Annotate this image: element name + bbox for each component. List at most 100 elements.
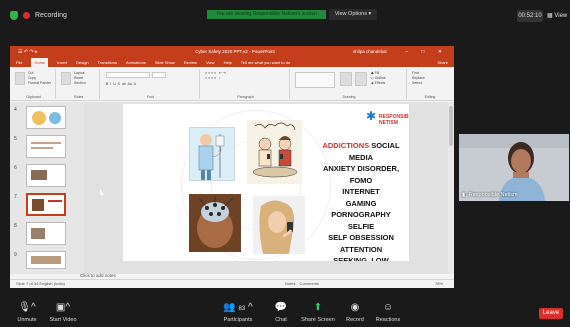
ribbon-tab[interactable]: Home [31,58,49,67]
view-button[interactable]: ▦ View [547,10,567,22]
ppt-ribbon: Cut Copy Format Painter Clipboard Layout… [10,67,454,101]
status-notes-comments[interactable]: Notes Comments [285,280,319,288]
recording-label: Recording [35,12,67,19]
group-label-paragraph: Paragraph [237,95,254,99]
ribbon-group-drawing: ◆ Fill ◇ Outline ◈ Effects Drawing [292,69,407,99]
start-video-label: Start Video [49,317,77,323]
slide-number: 9 [14,252,17,258]
slide-text-line: MEDIA [348,152,374,162]
group-label-slides: Slides [73,95,84,99]
doctor-illustration [189,127,235,181]
slide-text-line: SEEKING, LOW [333,256,389,261]
quick-access-toolbar[interactable]: ☰ ↶ ↷ ▸ [18,46,38,58]
participant-video-frame [459,134,569,201]
responsible-netism-logo: ✱ RESPONSIBLE NETISM [366,110,409,128]
vertical-scrollbar[interactable] [448,102,454,274]
start-video-button[interactable]: ▣^ Start Video [38,302,88,323]
slide-number: 4 [14,107,17,113]
arrange-icon[interactable] [340,72,352,86]
font-name-field[interactable] [106,72,150,78]
clipboard-actions[interactable]: Cut Copy Format Painter [28,71,51,86]
zoom-percentage[interactable]: 78% [435,280,443,288]
slide-thumbnail-selected[interactable] [26,193,66,216]
slide-thumbnail[interactable] [26,251,66,269]
quick-styles-icon[interactable] [355,72,367,86]
paragraph-buttons[interactable]: ≡ ≡ ≡ ≡ ⇤ ⇥ ≡ ≡ ≡ ≡ ↕ [205,71,226,81]
slide-text-line: INTERNET [342,187,380,196]
notes-placeholder[interactable]: Click to add notes [80,273,116,278]
slide-text-line: FOMO [349,175,373,185]
slide-number: 8 [14,223,17,229]
view-label: View [554,13,568,19]
ribbon-group-paragraph: ≡ ≡ ≡ ≡ ⇤ ⇥ ≡ ≡ ≡ ≡ ↕ Paragraph [202,69,290,99]
mouse-cursor-icon [100,189,104,195]
slide-text-line: SELFIE [347,221,375,231]
group-label-drawing: Drawing [342,95,356,99]
view-options-button[interactable]: View Options ▾ [329,9,377,20]
slides-actions[interactable]: Layout Reset Section [74,71,86,86]
share-button[interactable]: Share [437,58,448,67]
recording-icon [23,12,30,19]
shared-powerpoint-window: ☰ ↶ ↷ ▸ Cyber Safety 2020 PPT.v2 - Power… [10,46,454,288]
ribbon-tab[interactable]: Insert [57,58,67,67]
ribbon-tab[interactable]: Help [224,58,232,67]
chat-label: Chat [275,317,287,323]
meeting-timer: 00:52:10 [517,10,543,22]
shapes-gallery[interactable] [295,72,335,88]
ppt-ribbon-tabs: File Home Insert Design Transitions Animation… [10,58,454,67]
slide-number: 6 [14,165,17,171]
video-off-icon: ▣^ [55,302,71,313]
ppt-user-name: shilpa chandekar [353,49,388,54]
ribbon-tab[interactable]: Design [76,58,88,67]
view-options-label: View Options [334,11,367,17]
ribbon-tab[interactable]: Slide Show [155,58,175,67]
slide-number: 5 [14,136,17,142]
shape-fill-outline-effects[interactable]: ◆ Fill ◇ Outline ◈ Effects [371,71,386,86]
new-slide-icon[interactable] [61,72,71,85]
font-format-buttons[interactable]: B I U S ab Aa A [106,82,136,87]
ribbon-group-font: B I U S ab Aa A Font [102,69,200,99]
ribbon-tab[interactable]: File [16,58,22,67]
paste-icon[interactable] [15,72,25,85]
slide-text-line: ANXIETY DISORDER, [322,164,400,173]
ribbon-tab[interactable]: Animations [126,58,146,67]
participants-label: Participants [223,317,253,323]
zoom-bottom-toolbar: 🎙^ Unmute ▣^ Start Video 👥 83 ^ Particip… [0,298,570,327]
ribbon-group-clipboard: Cut Copy Format Painter Clipboard [12,69,56,99]
ribbon-group-editing: Find Replace Select Editing [409,69,451,99]
reactions-icon: ☺ [382,302,394,313]
slide-text-line: GAMING [345,198,377,208]
leave-button[interactable]: Leave [539,308,563,319]
record-label: Record [346,317,364,323]
reactions-label: Reactions [375,317,401,323]
ribbon-tab[interactable]: Review [184,58,197,67]
slide-thumbnail[interactable] [26,135,66,158]
editing-actions[interactable]: Find Replace Select [412,71,425,86]
slide-thumbnail[interactable] [26,106,66,129]
slide-thumbnail[interactable] [26,222,66,245]
ribbon-group-slides: Layout Reset Section Slides [58,69,100,99]
ribbon-tab[interactable]: View [206,58,215,67]
couple-on-phones-illustration [247,120,302,184]
brain-electrodes-photo [189,194,241,252]
ppt-window-title: Cyber Safety 2020 PPT.v2 - PowerPoint [195,49,275,54]
slide-thumbnail[interactable] [26,164,66,187]
slide-text-line: PORNOGRAPHY [331,210,391,219]
font-size-field[interactable] [152,72,166,78]
slide-thumbnail-pane: 4 5 6 7 8 9 [10,102,84,274]
group-label-editing: Editing [424,95,436,99]
current-slide[interactable]: ✱ RESPONSIBLE NETISM ADDICTIONS SOCIAL ME… [123,104,409,261]
logo-text: RESPONSIBLE NETISM [379,114,409,126]
zoom-top-bar: Recording You are viewing Responsible Ne… [0,0,570,34]
reactions-button[interactable]: ☺ Reactions [363,302,413,323]
woman-with-phone-photo [253,196,305,254]
ribbon-tab[interactable]: Transitions [98,58,117,67]
slide-text-line: ATTENTION [339,244,383,254]
ribbon-tab[interactable]: Tell me what you want to do [241,58,290,67]
group-label-clipboard: Clipboard [26,95,41,99]
participant-video-tile[interactable]: ◧ Responsible Netism [459,134,569,201]
status-slide-info: Slide 7 of 34 English (India) [16,281,65,286]
window-controls[interactable]: – □ ✕ [405,46,448,58]
star-logo-icon: ✱ [366,109,377,123]
slide-text-line: ADDICTIONS SOCIAL [322,141,400,150]
